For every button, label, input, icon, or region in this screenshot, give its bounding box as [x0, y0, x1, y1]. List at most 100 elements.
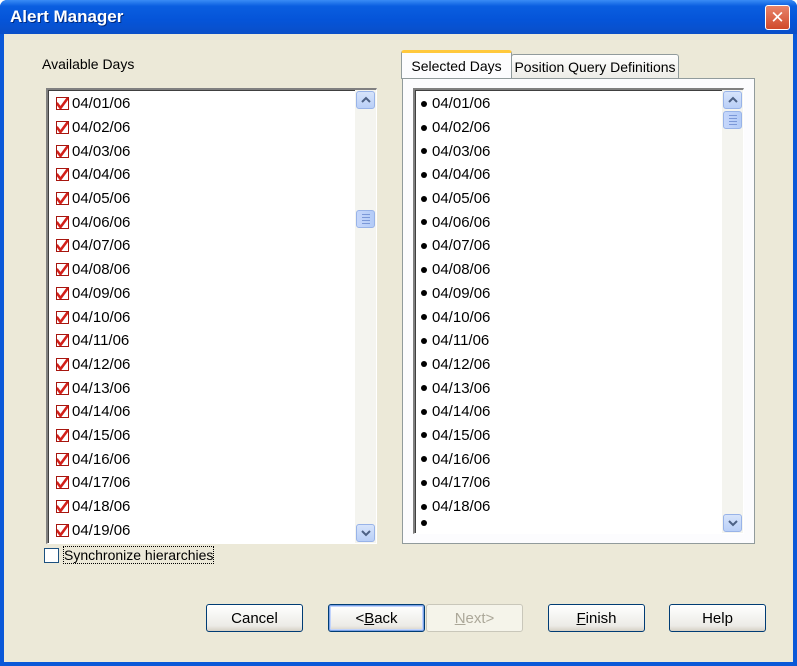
- red-checkmark-icon[interactable]: [55, 144, 69, 158]
- available-day-label: 04/03/06: [72, 142, 131, 160]
- available-days-scrollbar[interactable]: [355, 90, 376, 543]
- selected-day-label: 04/10/06: [432, 308, 491, 326]
- tab-selected-days[interactable]: Selected Days: [401, 50, 512, 79]
- available-day-label: 04/05/06: [72, 190, 131, 208]
- available-day-label: 04/07/06: [72, 237, 131, 255]
- selected-day-item[interactable]: 04/11/06: [419, 329, 721, 353]
- available-day-item[interactable]: 04/16/06: [52, 447, 354, 471]
- available-day-item[interactable]: 04/06/06: [52, 210, 354, 234]
- available-day-item[interactable]: 04/02/06: [52, 116, 354, 140]
- selected-day-item[interactable]: 04/08/06: [419, 258, 721, 282]
- red-checkmark-icon[interactable]: [55, 97, 69, 111]
- selected-day-label: 04/14/06: [432, 403, 491, 421]
- red-checkmark-icon[interactable]: [55, 286, 69, 300]
- selected-day-item[interactable]: 04/12/06: [419, 353, 721, 377]
- cancel-button[interactable]: Cancel: [206, 604, 303, 632]
- chevron-down-icon: [727, 520, 738, 527]
- back-button-label: <Back: [355, 609, 398, 627]
- selected-day-item[interactable]: 04/05/06: [419, 187, 721, 211]
- red-checkmark-icon[interactable]: [55, 476, 69, 490]
- selected-day-item[interactable]: 04/02/06: [419, 116, 721, 140]
- available-day-item[interactable]: 04/11/06: [52, 329, 354, 353]
- red-checkmark-icon[interactable]: [55, 168, 69, 182]
- scroll-thumb[interactable]: [723, 111, 742, 129]
- selected-day-item-partial[interactable]: [419, 518, 721, 528]
- bullet-icon: [421, 171, 430, 178]
- selected-day-item[interactable]: 04/07/06: [419, 234, 721, 258]
- next-button[interactable]: Next>: [426, 604, 523, 632]
- red-checkmark-icon[interactable]: [55, 239, 69, 253]
- selected-day-item[interactable]: 04/16/06: [419, 447, 721, 471]
- available-day-label: 04/13/06: [72, 379, 131, 397]
- selected-day-label: 04/18/06: [432, 498, 491, 516]
- selected-day-item[interactable]: 04/10/06: [419, 305, 721, 329]
- available-day-item[interactable]: 04/18/06: [52, 495, 354, 519]
- chevron-up-icon: [727, 96, 738, 103]
- available-day-item[interactable]: 04/19/06: [52, 518, 354, 542]
- selected-day-item[interactable]: 04/15/06: [419, 424, 721, 448]
- help-button[interactable]: Help: [669, 604, 766, 632]
- selected-day-item[interactable]: 04/03/06: [419, 139, 721, 163]
- bullet-icon: [421, 314, 430, 321]
- red-checkmark-icon[interactable]: [55, 334, 69, 348]
- selected-day-item[interactable]: 04/04/06: [419, 163, 721, 187]
- tab-position-query-definitions[interactable]: Position Query Definitions: [511, 54, 679, 79]
- title-bar[interactable]: Alert Manager ✕: [0, 0, 797, 34]
- selected-day-item[interactable]: 04/06/06: [419, 210, 721, 234]
- selected-day-item[interactable]: 04/01/06: [419, 92, 721, 116]
- selected-day-label: 04/05/06: [432, 190, 491, 208]
- available-day-item[interactable]: 04/17/06: [52, 471, 354, 495]
- selected-days-list[interactable]: 04/01/06 04/02/06 04/03/06 04/04/06 04/05/06…: [413, 88, 744, 534]
- red-checkmark-icon[interactable]: [55, 523, 69, 537]
- selected-day-item[interactable]: 04/18/06: [419, 495, 721, 519]
- available-day-label: 04/04/06: [72, 166, 131, 184]
- available-day-item[interactable]: 04/03/06: [52, 139, 354, 163]
- red-checkmark-icon[interactable]: [55, 500, 69, 514]
- back-button[interactable]: <Back: [328, 604, 425, 632]
- red-checkmark-icon[interactable]: [55, 215, 69, 229]
- available-day-item[interactable]: 04/10/06: [52, 305, 354, 329]
- close-button[interactable]: ✕: [765, 5, 790, 30]
- red-checkmark-icon[interactable]: [55, 263, 69, 277]
- selected-days-scrollbar[interactable]: [722, 90, 743, 533]
- scroll-down-button[interactable]: [356, 524, 375, 542]
- red-checkmark-icon[interactable]: [55, 452, 69, 466]
- synchronize-hierarchies-label[interactable]: Synchronize hierarchies: [62, 546, 215, 564]
- red-checkmark-icon[interactable]: [55, 357, 69, 371]
- available-days-list[interactable]: 04/01/06 04/02/06 04/03/06 04/04/06 04/05/06…: [46, 88, 377, 544]
- available-day-item[interactable]: 04/05/06: [52, 187, 354, 211]
- red-checkmark-icon[interactable]: [55, 310, 69, 324]
- available-day-label: 04/15/06: [72, 426, 131, 444]
- available-day-item[interactable]: 04/08/06: [52, 258, 354, 282]
- available-day-item[interactable]: 04/07/06: [52, 234, 354, 258]
- scroll-up-button[interactable]: [723, 91, 742, 109]
- available-day-item[interactable]: 04/14/06: [52, 400, 354, 424]
- red-checkmark-icon[interactable]: [55, 428, 69, 442]
- available-day-item[interactable]: 04/12/06: [52, 353, 354, 377]
- red-checkmark-icon[interactable]: [55, 405, 69, 419]
- available-day-item[interactable]: 04/13/06: [52, 376, 354, 400]
- available-day-item[interactable]: 04/15/06: [52, 424, 354, 448]
- bullet-icon: [421, 408, 430, 415]
- selected-day-item[interactable]: 04/17/06: [419, 471, 721, 495]
- available-day-label: 04/16/06: [72, 450, 131, 468]
- selected-day-item[interactable]: 04/13/06: [419, 376, 721, 400]
- alert-manager-window: Alert Manager ✕ Available Days 04/01/06 0…: [0, 0, 797, 666]
- selected-day-item[interactable]: 04/09/06: [419, 282, 721, 306]
- synchronize-hierarchies-checkbox[interactable]: [44, 548, 59, 563]
- selected-day-item[interactable]: 04/14/06: [419, 400, 721, 424]
- bullet-icon: [421, 266, 430, 273]
- scroll-up-button[interactable]: [356, 91, 375, 109]
- selected-day-label: 04/03/06: [432, 142, 491, 160]
- selected-day-label: 04/08/06: [432, 261, 491, 279]
- available-day-item[interactable]: 04/09/06: [52, 282, 354, 306]
- available-day-item[interactable]: 04/01/06: [52, 92, 354, 116]
- red-checkmark-icon[interactable]: [55, 121, 69, 135]
- red-checkmark-icon[interactable]: [55, 381, 69, 395]
- finish-button[interactable]: Finish: [548, 604, 645, 632]
- red-checkmark-icon[interactable]: [55, 192, 69, 206]
- available-day-item[interactable]: 04/04/06: [52, 163, 354, 187]
- scroll-down-button[interactable]: [723, 514, 742, 532]
- scroll-thumb[interactable]: [356, 210, 375, 228]
- available-day-label: 04/18/06: [72, 498, 131, 516]
